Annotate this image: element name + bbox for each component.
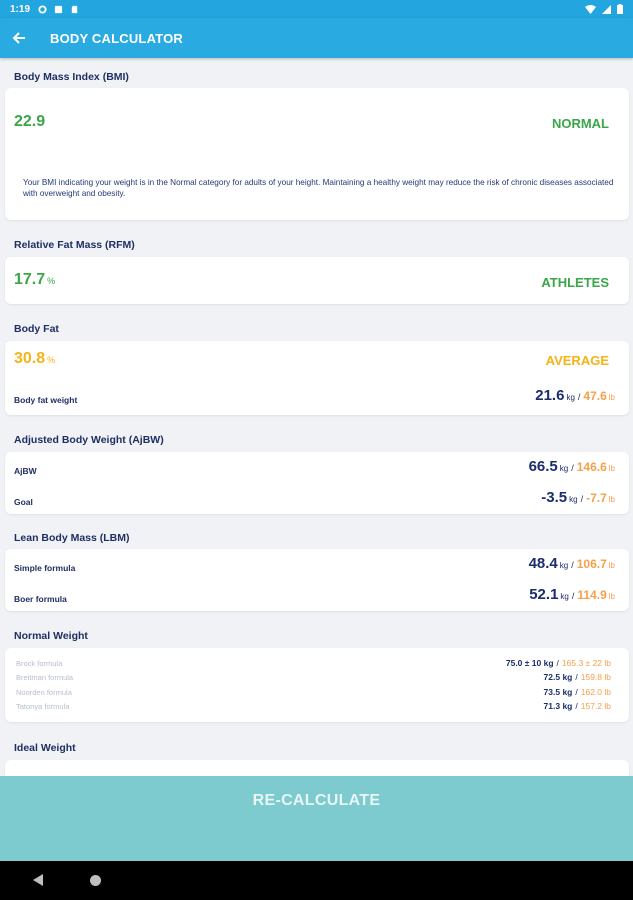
normal-weight-title: Normal Weight <box>14 630 88 642</box>
normal-weight-card: Brock formula 75.0 ± 10 kg/165.3 ± 22 lb… <box>5 648 629 722</box>
rfm-value: 17.7 <box>14 271 46 288</box>
lbm-card: Simple formula 48.4 kg/106.7 lb Boer formu… <box>5 549 629 611</box>
boer-formula-label: Boer formula <box>14 594 67 604</box>
tatonya-formula-label: Tatonya formula <box>16 702 70 711</box>
body-fat-status: AVERAGE <box>545 353 609 368</box>
separator: / <box>577 392 581 402</box>
lb-unit: lb <box>608 495 615 504</box>
app-bar: BODY CALCULATOR <box>0 18 633 58</box>
kg-unit: kg <box>560 592 569 601</box>
goal-value: -3.5 kg / -7.7 lb <box>541 489 615 506</box>
lb-value: 146.6 <box>576 460 607 474</box>
arrow-back-icon <box>12 32 25 44</box>
rfm-title: Relative Fat Mass (RFM) <box>14 239 135 251</box>
app-title: BODY CALCULATOR <box>50 30 183 46</box>
lb-value: 47.6 <box>583 389 607 403</box>
kg-value: 71.3 kg <box>543 701 573 711</box>
brock-formula-label: Brock formula <box>16 659 63 668</box>
recalculate-label: RE-CALCULATE <box>252 792 381 809</box>
separator: / <box>571 560 574 570</box>
kg-unit: kg <box>569 495 578 504</box>
simple-formula-label: Simple formula <box>14 563 76 573</box>
body-fat-title: Body Fat <box>14 323 59 335</box>
lb-unit: lb <box>608 592 615 601</box>
bmi-title: Body Mass Index (BMI) <box>14 71 129 83</box>
rfm-card: 17.7% ATHLETES <box>5 257 629 304</box>
status-bar: 1:19 <box>0 0 633 18</box>
rfm-unit: % <box>47 276 56 286</box>
battery-icon <box>617 4 623 14</box>
kg-unit: kg <box>559 464 569 473</box>
signal-icon <box>602 4 611 14</box>
lb-unit: lb <box>608 393 615 402</box>
bmi-status: NORMAL <box>551 116 609 131</box>
bmi-value: 22.9 <box>14 113 46 130</box>
kg-unit: kg <box>559 561 569 570</box>
noorden-formula-label: Noorden formula <box>16 688 72 697</box>
tatonya-formula-value: 71.3 kg/157.2 lb <box>544 701 611 711</box>
status-time: 1:19 <box>10 3 31 15</box>
separator: / <box>575 687 578 697</box>
kg-value: 72.5 kg <box>543 672 573 682</box>
body-fat-value: 30.8 <box>14 350 46 367</box>
simple-formula-value: 48.4 kg/106.7 lb <box>529 555 615 572</box>
ajbw-card: AjBW 66.5 kg/146.6 lb Goal -3.5 kg / -7.7 lb <box>5 452 629 514</box>
kg-unit: kg <box>566 393 575 402</box>
lbm-title: Lean Body Mass (LBM) <box>14 532 130 544</box>
brock-formula-value: 75.0 ± 10 kg/165.3 ± 22 lb <box>506 658 611 668</box>
ideal-weight-card <box>5 760 629 776</box>
breitman-formula-label: Breitman formula <box>16 673 74 682</box>
results-scroll[interactable]: Body Mass Index (BMI) 22.9 NORMAL Your B… <box>0 58 633 776</box>
kg-value: 48.4 <box>528 555 558 572</box>
boer-formula-value: 52.1 kg/114.9 lb <box>529 586 615 603</box>
lb-value: 165.3 ± 22 lb <box>561 658 611 668</box>
separator: / <box>571 463 574 473</box>
body-fat-card: 30.8% AVERAGE Body fat weight 21.6 kg/47.… <box>5 341 629 415</box>
separator: / <box>571 591 575 601</box>
kg-value: 52.1 <box>529 586 559 603</box>
lb-value: 106.7 <box>576 557 607 571</box>
lb-value: 114.9 <box>577 588 607 602</box>
separator: / <box>556 658 559 668</box>
rfm-status: ATHLETES <box>541 275 609 290</box>
kg-value: -3.5 <box>541 489 568 506</box>
sd-card-icon <box>71 5 78 13</box>
notification-icon <box>54 5 63 13</box>
nav-back-icon[interactable] <box>33 874 43 886</box>
separator: / <box>575 672 578 682</box>
ajbw-label: AjBW <box>14 466 37 476</box>
lb-value: -7.7 <box>586 491 607 505</box>
bmi-description: Your BMI indicating your weight is in th… <box>23 178 614 198</box>
bmi-card: 22.9 NORMAL Your BMI indicating your wei… <box>5 88 629 220</box>
back-button[interactable] <box>12 29 30 47</box>
recalculate-button[interactable]: RE-CALCULATE <box>0 776 633 861</box>
separator: / <box>575 701 578 711</box>
settings-icon <box>38 4 47 14</box>
system-nav-bar <box>0 861 633 900</box>
body-fat-unit: % <box>47 355 56 365</box>
ajbw-title: Adjusted Body Weight (AjBW) <box>14 434 164 446</box>
kg-value: 66.5 <box>528 458 558 475</box>
noorden-formula-value: 73.5 kg/162.0 lb <box>544 687 611 697</box>
lb-value: 162.0 lb <box>580 687 611 697</box>
body-fat-weight-label: Body fat weight <box>14 395 78 405</box>
body-fat-value-wrap: 30.8% <box>14 350 55 368</box>
separator: / <box>580 494 584 504</box>
goal-label: Goal <box>14 497 33 507</box>
lb-value: 157.2 lb <box>580 701 611 711</box>
wifi-icon <box>585 4 596 14</box>
ideal-weight-title: Ideal Weight <box>14 742 76 754</box>
nav-home-icon[interactable] <box>90 875 101 886</box>
ajbw-value: 66.5 kg/146.6 lb <box>529 458 615 475</box>
lb-value: 159.8 lb <box>580 672 611 682</box>
kg-value: 21.6 <box>535 387 565 404</box>
kg-value: 75.0 ± 10 kg <box>505 658 554 668</box>
lb-unit: lb <box>608 464 615 473</box>
kg-value: 73.5 kg <box>543 687 573 697</box>
body-fat-weight-value: 21.6 kg/47.6 lb <box>535 387 615 404</box>
rfm-value-wrap: 17.7% <box>14 271 55 289</box>
breitman-formula-value: 72.5 kg/159.8 lb <box>544 672 611 682</box>
lb-unit: lb <box>608 561 615 570</box>
